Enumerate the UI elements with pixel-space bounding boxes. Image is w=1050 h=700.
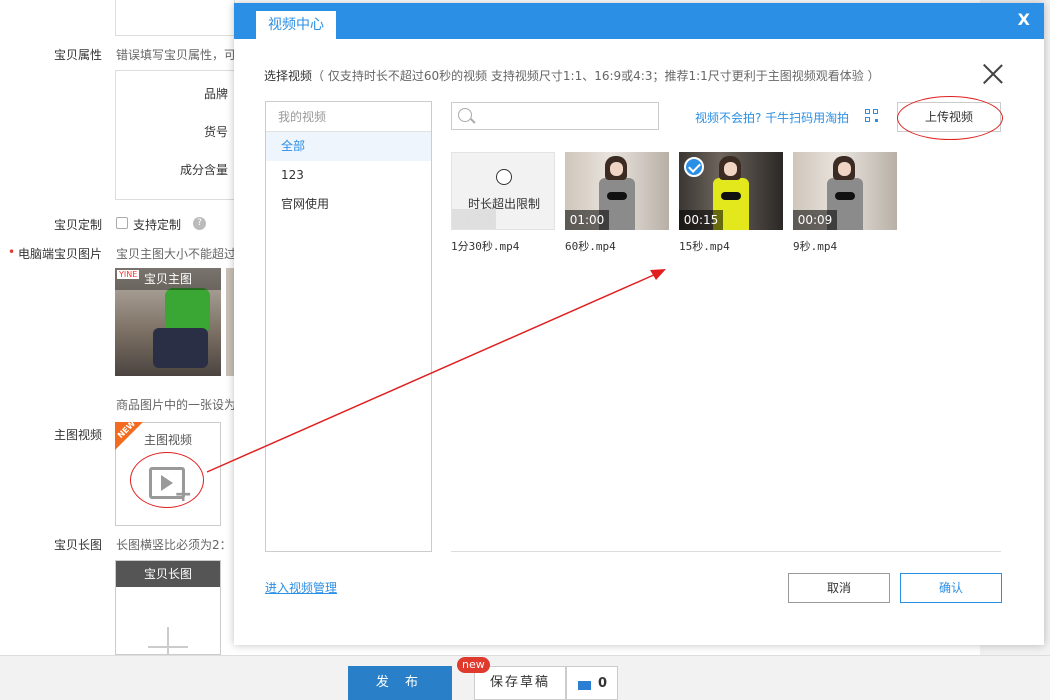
upload-annotation-circle (897, 96, 1003, 140)
video-filename: 15秒.mp4 (679, 240, 730, 253)
message-count: 0 (598, 676, 608, 691)
attr-item-no-label: 货号 (203, 125, 228, 139)
previous-field-box (115, 0, 235, 36)
close-icon[interactable] (982, 63, 1004, 85)
search-icon (458, 108, 472, 122)
video-duration: 00:09 (793, 210, 837, 230)
main-image-thumbnail[interactable]: 宝贝主图 YINE (115, 268, 221, 376)
folder-item-all[interactable]: 全部 (266, 132, 431, 161)
qr-corner (865, 117, 870, 122)
dialog-header: 视频中心 X (234, 3, 1044, 39)
video-thumbnail[interactable]: 01:00 (565, 152, 669, 230)
model-pants (153, 328, 208, 368)
video-duration: 01:00 (565, 210, 609, 230)
qr-code-icon[interactable] (865, 109, 879, 123)
video-thumbnail[interactable]: 00:09 (793, 152, 897, 230)
search-input[interactable] (480, 103, 656, 129)
video-radio[interactable] (496, 169, 512, 185)
video-duration: 00:15 (679, 210, 723, 230)
model-face (610, 162, 623, 176)
main-video-label: 主图视频 (54, 428, 103, 442)
image-size-note: 宝贝主图大小不能超过 (116, 247, 237, 261)
header-close-button[interactable]: X (1018, 10, 1030, 29)
instruction-note: （ 仅支持时长不超过60秒的视频 支持视频尺寸1:1、16:9或4:3；推荐1:… (312, 69, 880, 83)
required-mark: • (8, 245, 16, 259)
video-item-15s[interactable]: 00:15 15秒.mp4 (679, 152, 783, 254)
attributes-error-text: 错误填写宝贝属性，可 (116, 48, 237, 62)
selected-check-icon[interactable] (684, 157, 704, 177)
customize-checkbox[interactable] (116, 217, 128, 229)
manage-videos-link[interactable]: 进入视频管理 (265, 579, 337, 596)
folder-item-official-site[interactable]: 官网使用 (266, 190, 431, 219)
pc-images-label: 电脑端宝贝图片 (18, 247, 103, 261)
help-icon[interactable]: ? (193, 217, 206, 230)
search-box (451, 102, 659, 130)
folder-item-123[interactable]: 123 (266, 161, 431, 190)
video-duration: 01:30 (452, 209, 496, 229)
video-thumbnail[interactable]: 00:15 (679, 152, 783, 230)
main-video-slot-label: 主图视频 (143, 433, 192, 447)
customize-label: 宝贝定制 (54, 218, 103, 232)
sunglasses-print (721, 192, 741, 200)
model-face (724, 162, 737, 176)
attr-composition-label: 成分含量 (179, 163, 228, 177)
attributes-table: 品牌 货号 成分含量 (115, 70, 235, 200)
folder-panel-header: 我的视频 (266, 102, 431, 132)
brand-tag: YINE (117, 270, 140, 279)
video-item-9s[interactable]: 00:09 9秒.mp4 (793, 152, 897, 254)
add-long-image-icon-vertical (167, 627, 169, 655)
sunglasses-print (607, 192, 627, 200)
dialog-title-tab[interactable]: 视频中心 (256, 11, 336, 39)
attr-brand-label: 品牌 (203, 87, 228, 101)
main-image-note: 商品图片中的一张设为 (116, 398, 237, 412)
instruction-line: 选择视频（ 仅支持时长不超过60秒的视频 支持视频尺寸1:1、16:9或4:3；… (264, 67, 880, 84)
video-filename: 1分30秒.mp4 (451, 240, 520, 253)
draft-new-badge: new (457, 657, 490, 673)
model-shirt (165, 288, 210, 333)
video-filename: 9秒.mp4 (793, 240, 838, 253)
cancel-button[interactable]: 取消 (788, 573, 890, 603)
folder-panel: 我的视频 全部 123 官网使用 (265, 101, 432, 552)
confirm-button[interactable]: 确认 (900, 573, 1002, 603)
video-filename: 60秒.mp4 (565, 240, 616, 253)
long-image-upload-slot[interactable]: 宝贝长图 (115, 560, 221, 655)
footer-divider (451, 551, 1001, 552)
qr-corner (865, 109, 870, 114)
video-slot-annotation-circle (130, 452, 204, 508)
qr-dot (875, 119, 878, 122)
long-image-label: 宝贝长图 (54, 538, 103, 552)
support-customize-label: 支持定制 (133, 218, 182, 232)
mail-icon (578, 681, 591, 690)
video-item-60s[interactable]: 01:00 60秒.mp4 (565, 152, 669, 254)
video-thumbnail[interactable]: 时长超出限制 01:30 (451, 152, 555, 230)
instruction-title: 选择视频 (264, 69, 313, 83)
publish-button[interactable]: 发 布 (348, 666, 452, 700)
long-image-slot-label: 宝贝长图 (116, 561, 220, 587)
long-image-note: 长图横竖比必须为2： (116, 538, 232, 552)
attributes-label: 宝贝属性 (54, 48, 103, 62)
video-item-over-limit[interactable]: 时长超出限制 01:30 1分30秒.mp4 (451, 152, 555, 254)
message-button[interactable] (566, 666, 618, 700)
model-face (838, 162, 851, 176)
sunglasses-print (835, 192, 855, 200)
save-draft-button[interactable]: 保存草稿 (474, 666, 566, 700)
scan-qr-link[interactable]: 视频不会拍? 千牛扫码用淘拍 (695, 109, 849, 126)
qr-corner (873, 109, 878, 114)
